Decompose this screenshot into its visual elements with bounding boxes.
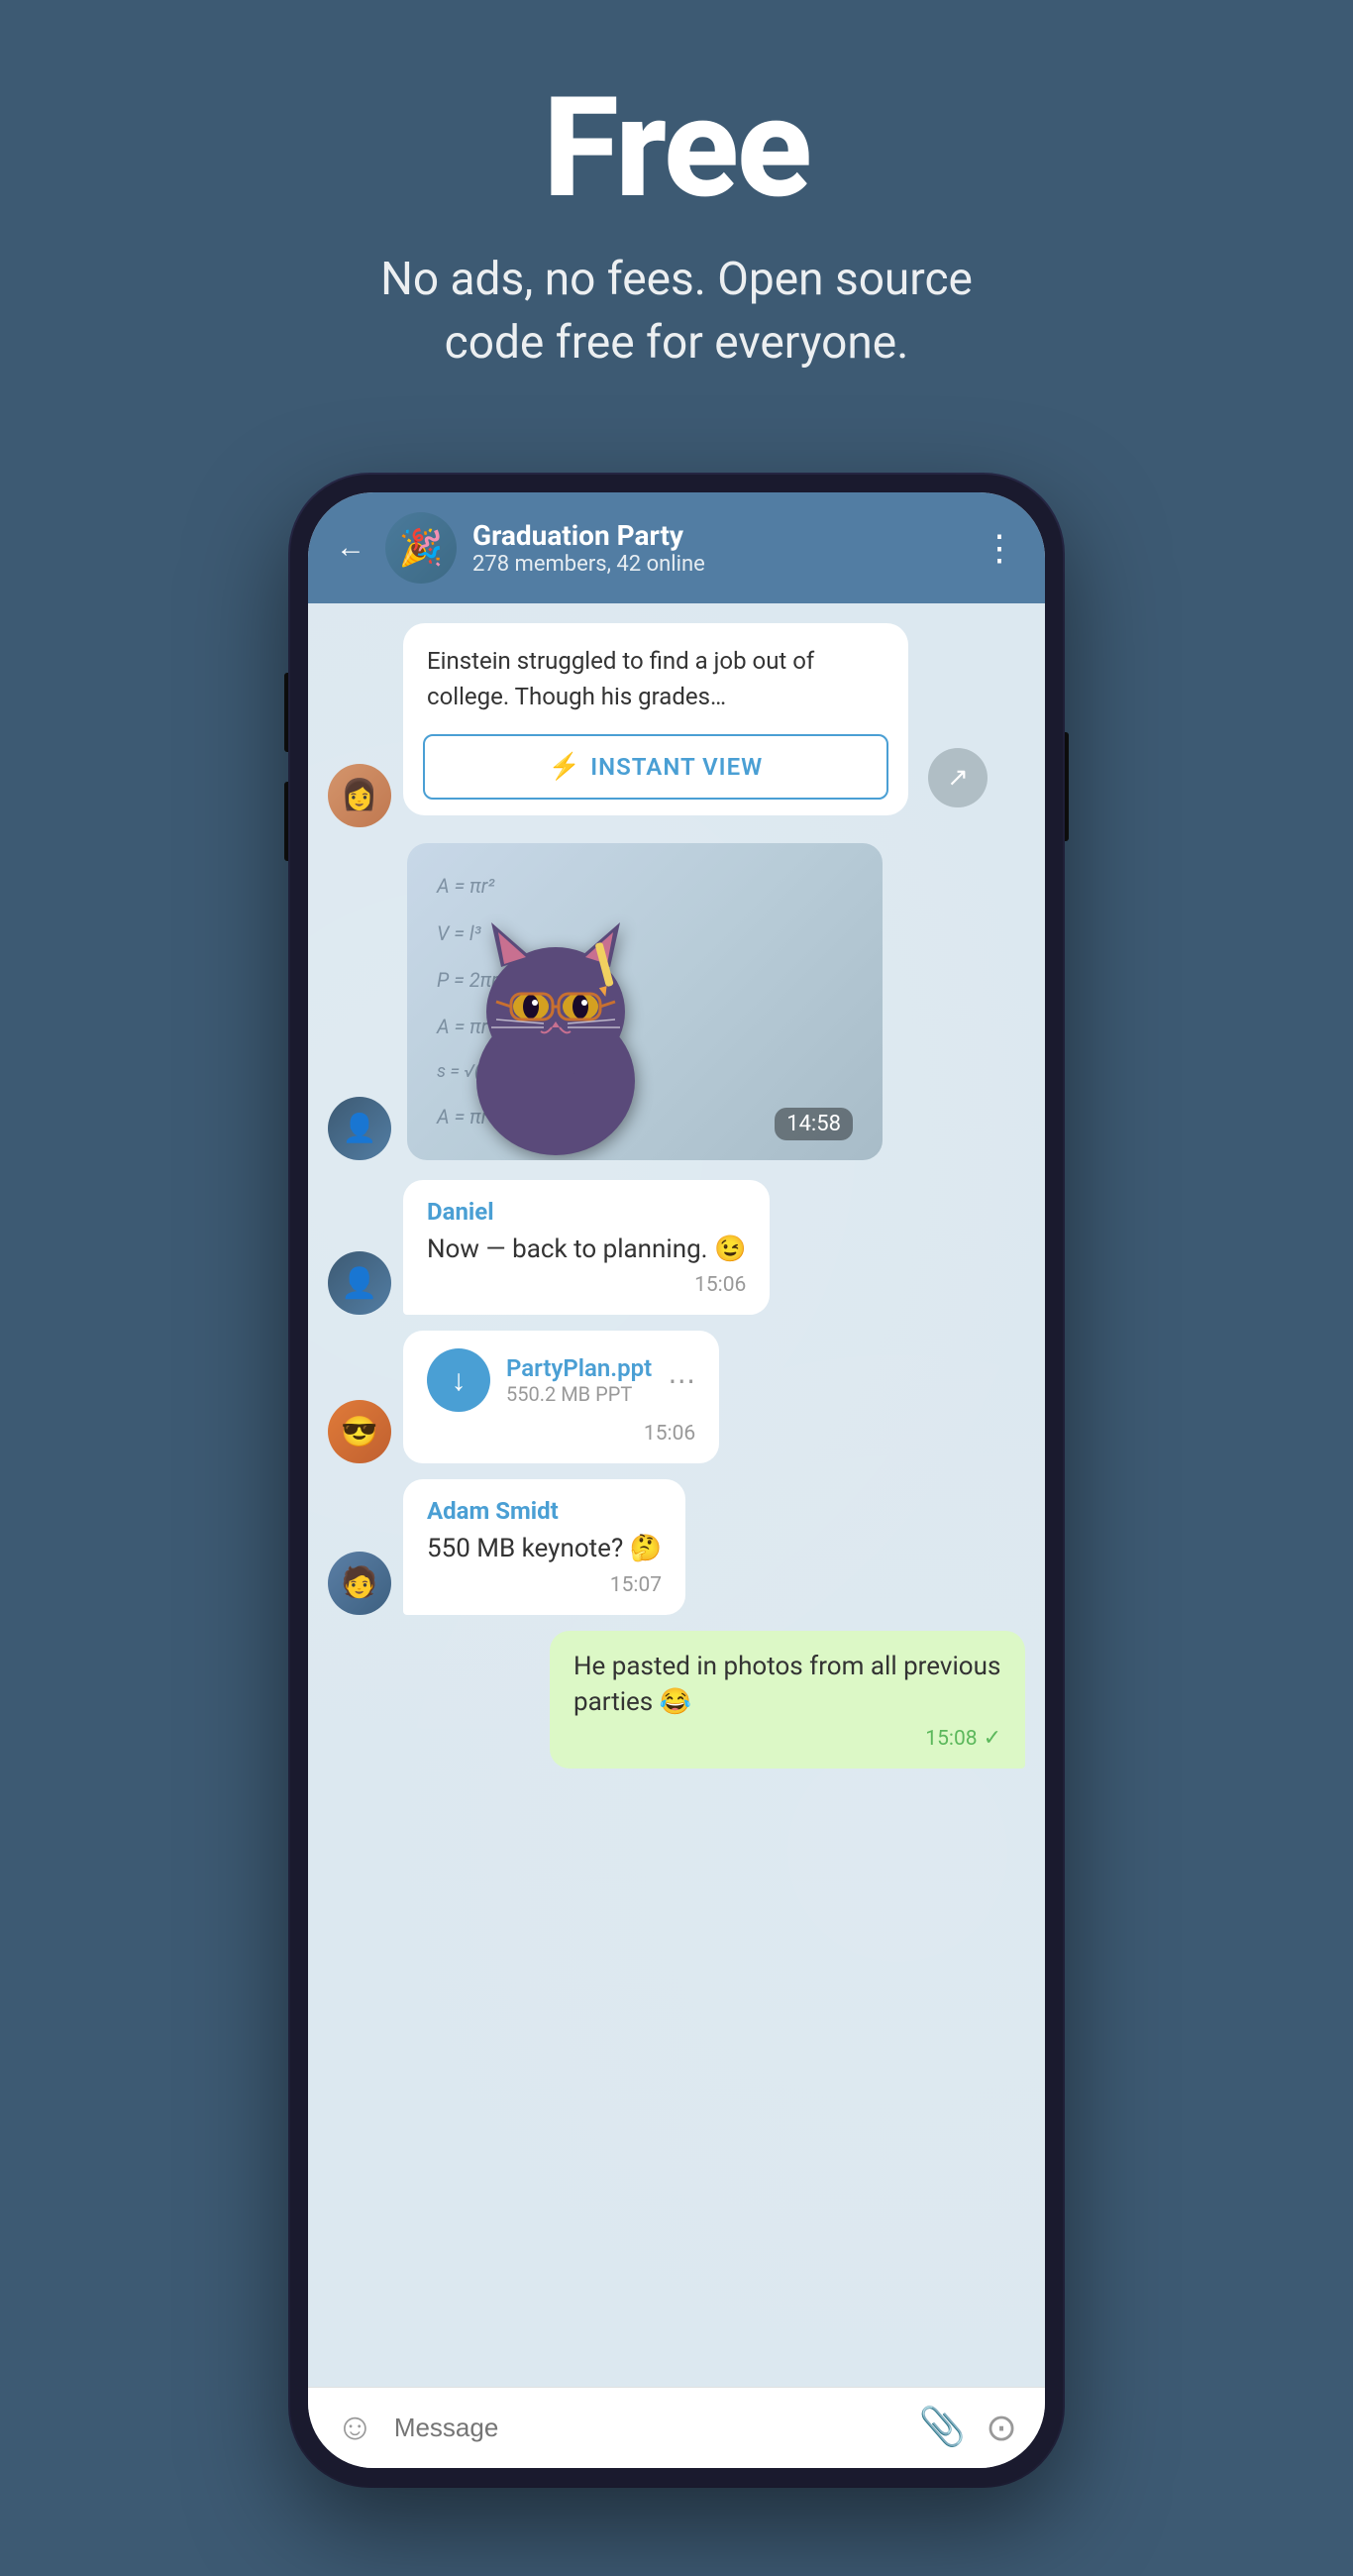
chat-input-bar: ☺ 📎 ⊙ — [308, 2387, 1045, 2468]
file-bubble: ↓ PartyPlan.ppt 550.2 MB PPT ⋯ 15:06 — [403, 1331, 719, 1463]
hero-title: Free — [40, 79, 1313, 218]
daniel-sender-name: Daniel — [427, 1198, 746, 1226]
daniel-message-bubble: Daniel Now — back to planning. 😉 15:06 — [403, 1180, 770, 1315]
article-text: Einstein struggled to find a job out of … — [403, 623, 908, 730]
daniel-message-row: 👤 Daniel Now — back to planning. 😉 15:06 — [328, 1180, 1025, 1315]
adam-message-meta: 15:07 — [427, 1573, 662, 1597]
message-input[interactable] — [394, 2413, 899, 2443]
adam-message-bubble: Adam Smidt 550 MB keynote? 🤔 15:07 — [403, 1479, 685, 1614]
adam-message-time: 15:07 — [610, 1573, 662, 1597]
sent-message-bubble: He pasted in photos from all previous pa… — [550, 1631, 1025, 1770]
sender-avatar-sticker: 👤 — [328, 1097, 391, 1160]
attach-button[interactable]: 📎 — [919, 2406, 966, 2449]
article-message-row: 👩 Einstein struggled to find a job out o… — [328, 623, 1025, 827]
group-info: Graduation Party 278 members, 42 online — [472, 519, 966, 577]
sent-message-row: He pasted in photos from all previous pa… — [328, 1631, 1025, 1770]
daniel-message-text: Now — back to planning. 😉 — [427, 1232, 746, 1267]
group-members: 278 members, 42 online — [472, 552, 966, 577]
sender-avatar-file: 😎 — [328, 1400, 391, 1463]
file-message-row: 😎 ↓ PartyPlan.ppt 550.2 MB PPT ⋯ — [328, 1331, 1025, 1463]
phone-wrapper: ← 🎉 Graduation Party 278 members, 42 onl… — [290, 475, 1063, 2486]
file-message-time: 15:06 — [644, 1422, 695, 1446]
sticker-background: A = πr² V = l³ P = 2πr A = πr² s = √(r² … — [407, 843, 883, 1160]
instant-view-label: INSTANT VIEW — [590, 753, 763, 781]
instant-view-button[interactable]: ⚡ INSTANT VIEW — [423, 734, 888, 800]
hero-subtitle: No ads, no fees. Open source code free f… — [330, 248, 1023, 376]
file-name: PartyPlan.ppt — [506, 1354, 652, 1382]
article-bubble: Einstein struggled to find a job out of … — [403, 623, 908, 815]
sent-message-time: 15:08 — [925, 1727, 977, 1751]
download-icon: ↓ — [452, 1363, 467, 1398]
file-info: PartyPlan.ppt 550.2 MB PPT — [506, 1354, 652, 1406]
emoji-button[interactable]: ☺ — [336, 2406, 374, 2449]
lightning-icon: ⚡ — [549, 752, 580, 782]
sticker-time: 14:58 — [775, 1108, 853, 1140]
adam-message-row: 🧑 Adam Smidt 550 MB keynote? 🤔 15:07 — [328, 1479, 1025, 1614]
sent-message-text: He pasted in photos from all previous pa… — [573, 1649, 1001, 1721]
hero-section: Free No ads, no fees. Open source code f… — [0, 0, 1353, 435]
file-row: ↓ PartyPlan.ppt 550.2 MB PPT ⋯ — [427, 1348, 695, 1412]
adam-sender-name: Adam Smidt — [427, 1497, 662, 1525]
camera-button[interactable]: ⊙ — [986, 2406, 1017, 2450]
header-menu-button[interactable]: ⋮ — [982, 527, 1017, 569]
sticker-message: 👤 A = πr² V = l³ P = 2πr A = πr² s = √(r… — [328, 843, 1025, 1160]
phone-inner: ← 🎉 Graduation Party 278 members, 42 onl… — [308, 492, 1045, 2468]
file-message-meta: 15:06 — [427, 1422, 695, 1446]
sender-avatar-adam: 🧑 — [328, 1552, 391, 1615]
group-avatar: 🎉 — [385, 512, 457, 584]
back-button[interactable]: ← — [336, 530, 365, 565]
share-button[interactable]: ↗ — [928, 748, 988, 807]
chat-body: 👩 Einstein struggled to find a job out o… — [308, 603, 1045, 2387]
file-menu-icon[interactable]: ⋯ — [668, 1364, 695, 1397]
adam-message-text: 550 MB keynote? 🤔 — [427, 1531, 662, 1566]
cat-sticker — [447, 903, 665, 1160]
bottom-spacer — [328, 1784, 1025, 1814]
sender-avatar-girl: 👩 — [328, 764, 391, 827]
group-name: Graduation Party — [472, 519, 966, 552]
file-download-button[interactable]: ↓ — [427, 1348, 490, 1412]
chat-header: ← 🎉 Graduation Party 278 members, 42 onl… — [308, 492, 1045, 603]
power-button — [1063, 732, 1069, 841]
sender-avatar-daniel: 👤 — [328, 1251, 391, 1315]
sent-message-meta: 15:08 ✓ — [573, 1726, 1001, 1751]
file-size: 550.2 MB PPT — [506, 1382, 652, 1406]
daniel-message-meta: 15:06 — [427, 1273, 746, 1297]
daniel-message-time: 15:06 — [694, 1273, 746, 1297]
phone-outer: ← 🎉 Graduation Party 278 members, 42 onl… — [290, 475, 1063, 2486]
checkmark-icon: ✓ — [984, 1726, 1001, 1751]
